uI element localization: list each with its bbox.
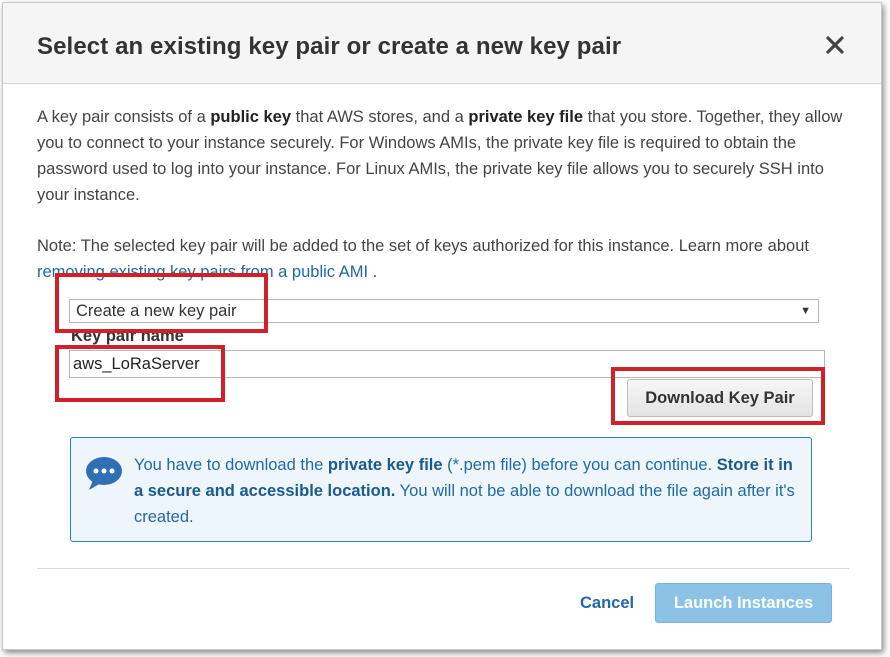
removing-key-pairs-link[interactable]: removing existing key pairs from a publi… bbox=[37, 263, 368, 281]
dropdown-arrow-icon: ▼ bbox=[800, 305, 811, 317]
cancel-button[interactable]: Cancel bbox=[580, 594, 634, 613]
download-info-alert: You have to download the private key fil… bbox=[70, 437, 812, 542]
key-pair-dialog: Select an existing key pair or create a … bbox=[2, 2, 882, 650]
key-pair-name-input[interactable] bbox=[69, 350, 825, 378]
close-button[interactable] bbox=[823, 33, 847, 57]
launch-instances-button[interactable]: Launch Instances bbox=[655, 583, 832, 623]
key-pair-option-select[interactable]: Create a new key pair ▼ bbox=[69, 299, 819, 323]
key-pair-description: A key pair consists of a public key that… bbox=[37, 108, 843, 204]
dialog-title: Select an existing key pair or create a … bbox=[37, 33, 622, 60]
key-pair-note: Note: The selected key pair will be adde… bbox=[37, 237, 809, 281]
download-info-text: You have to download the private key fil… bbox=[134, 456, 795, 526]
key-pair-name-label: Key pair name bbox=[71, 327, 184, 345]
dialog-header: Select an existing key pair or create a … bbox=[3, 3, 881, 84]
footer-divider bbox=[37, 568, 849, 569]
key-pair-option-value: Create a new key pair bbox=[76, 302, 237, 320]
chat-bubble-icon bbox=[86, 457, 122, 490]
download-key-pair-button[interactable]: Download Key Pair bbox=[627, 379, 813, 417]
close-icon bbox=[826, 36, 844, 54]
